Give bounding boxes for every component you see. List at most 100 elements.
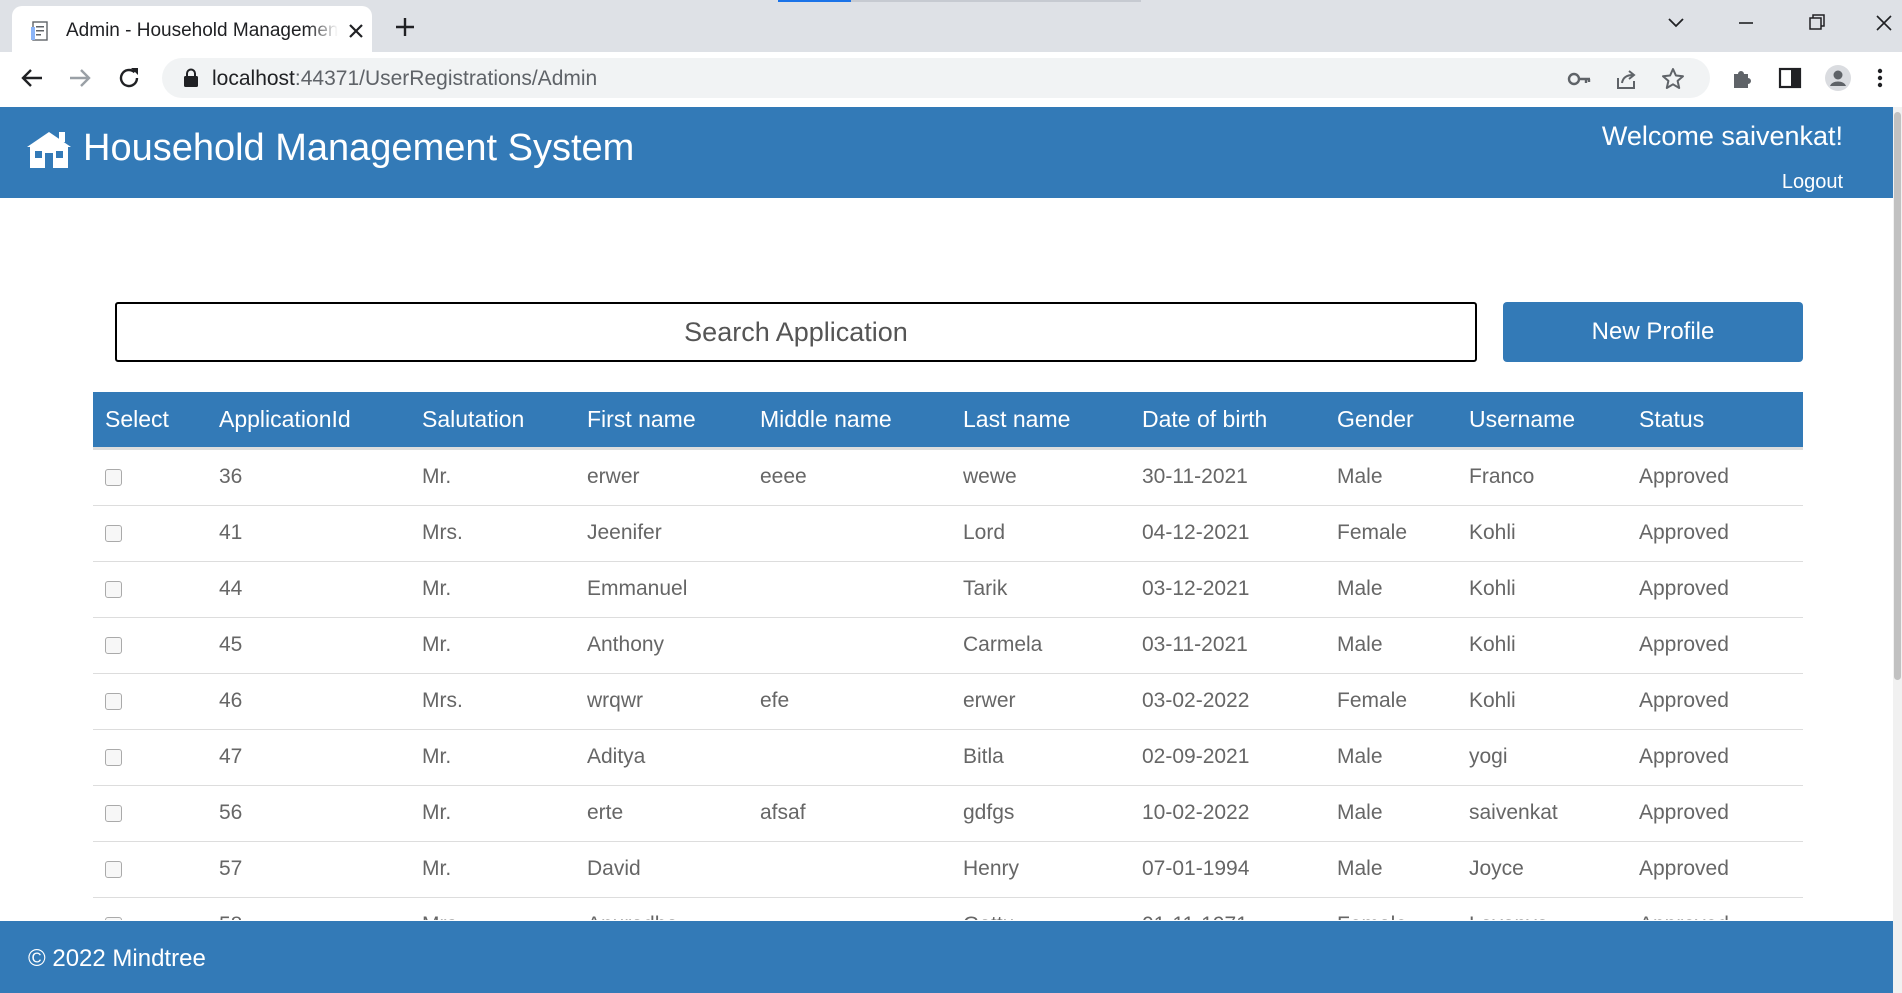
table-row: 36 Mr. erwer eeee wewe 30-11-2021 Male Franco Ap… xyxy=(93,447,1803,505)
table-cell: Male xyxy=(1325,560,1457,617)
browser-tab-active[interactable]: Admin - Household Management System xyxy=(12,6,372,52)
app-footer: © 2022 Mindtree xyxy=(0,921,1893,993)
browser-tabstrip: Admin - Household Management System xyxy=(0,0,1902,52)
table-cell: eeee xyxy=(748,447,951,505)
column-header: Gender xyxy=(1325,392,1457,450)
row-select-checkbox[interactable] xyxy=(105,804,122,822)
share-icon[interactable] xyxy=(1613,66,1639,92)
table-cell: Lavanya xyxy=(1457,896,1627,920)
table-cell: Male xyxy=(1325,840,1457,897)
table-cell: 03-12-2021 xyxy=(1130,560,1325,617)
app-title[interactable]: Household Management System xyxy=(83,127,634,170)
table-cell: 45 xyxy=(207,616,410,673)
table-cell: 41 xyxy=(207,504,410,561)
applications-table-container: Select ApplicationId Salutation First name M… xyxy=(93,392,1803,920)
table-cell: Approved xyxy=(1627,672,1803,729)
restore-icon[interactable] xyxy=(1796,8,1836,38)
search-input[interactable] xyxy=(115,302,1477,362)
tab-search-chevron-icon[interactable] xyxy=(1656,8,1696,38)
table-cell xyxy=(748,560,951,617)
minimize-icon[interactable] xyxy=(1726,8,1766,38)
table-cell: 58 xyxy=(207,896,410,920)
table-cell: Lord xyxy=(951,504,1130,561)
reload-icon[interactable] xyxy=(113,62,145,94)
lock-icon[interactable] xyxy=(182,68,200,88)
browser-toolbar: localhost:44371/UserRegistrations/Admin xyxy=(0,52,1902,104)
row-select-checkbox[interactable] xyxy=(105,917,122,920)
select-cell xyxy=(93,560,207,617)
browser-menu-icon[interactable] xyxy=(1872,64,1888,92)
table-cell: afsaf xyxy=(748,784,951,841)
table-cell: Anthony xyxy=(575,616,748,673)
select-cell xyxy=(93,616,207,673)
extensions-puzzle-icon[interactable] xyxy=(1728,64,1756,92)
table-cell: Approved xyxy=(1627,728,1803,785)
page-scrollbar-thumb[interactable] xyxy=(1894,112,1901,680)
table-row: 56 Mr. erte afsaf gdfgs 10-02-2022 Male saivenk… xyxy=(93,784,1803,841)
table-cell: Mrs. xyxy=(410,672,575,729)
url-text[interactable]: localhost:44371/UserRegistrations/Admin xyxy=(212,67,597,91)
row-select-checkbox[interactable] xyxy=(105,524,122,542)
table-header-row: Select ApplicationId Salutation First name M… xyxy=(93,392,1803,450)
row-select-checkbox[interactable] xyxy=(105,580,122,598)
row-select-checkbox[interactable] xyxy=(105,468,122,486)
column-header: Salutation xyxy=(410,392,575,450)
select-cell xyxy=(93,784,207,841)
address-bar[interactable]: localhost:44371/UserRegistrations/Admin xyxy=(162,58,1710,98)
side-panel-icon[interactable] xyxy=(1776,64,1804,92)
bookmark-star-icon[interactable] xyxy=(1660,66,1686,92)
table-cell xyxy=(748,504,951,561)
table-cell: Approved xyxy=(1627,504,1803,561)
table-cell: Mr. xyxy=(410,447,575,505)
tab-close-icon[interactable] xyxy=(344,19,368,43)
tab-loading-track xyxy=(851,0,1141,2)
back-arrow-icon[interactable] xyxy=(16,62,48,94)
table-cell: 02-09-2021 xyxy=(1130,728,1325,785)
url-host: localhost xyxy=(212,67,295,90)
copyright-text: © 2022 Mindtree xyxy=(28,945,206,972)
row-select-checkbox[interactable] xyxy=(105,692,122,710)
table-row: 57 Mr. David Henry 07-01-1994 Male Joyce Approv… xyxy=(93,840,1803,897)
table-cell: Mr. xyxy=(410,784,575,841)
column-header: Last name xyxy=(951,392,1130,450)
key-icon[interactable] xyxy=(1566,66,1592,92)
table-cell: 03-11-2021 xyxy=(1130,616,1325,673)
logout-link[interactable]: Logout xyxy=(1782,171,1843,194)
table-cell: Mr. xyxy=(410,840,575,897)
table-cell: wrqwr xyxy=(575,672,748,729)
table-cell: Male xyxy=(1325,728,1457,785)
select-cell xyxy=(93,672,207,729)
row-select-checkbox[interactable] xyxy=(105,860,122,878)
new-tab-icon[interactable] xyxy=(390,12,420,42)
table-cell: erwer xyxy=(951,672,1130,729)
table-row: 41 Mrs. Jeenifer Lord 04-12-2021 Female Kohli A… xyxy=(93,504,1803,561)
tab-title: Admin - Household Management System xyxy=(66,20,338,42)
forward-arrow-icon[interactable] xyxy=(64,62,96,94)
table-cell: Male xyxy=(1325,447,1457,505)
new-profile-button[interactable]: New Profile xyxy=(1503,302,1803,362)
table-cell: yogi xyxy=(1457,728,1627,785)
table-cell: Anuradha xyxy=(575,896,748,920)
table-cell: Carmela xyxy=(951,616,1130,673)
row-select-checkbox[interactable] xyxy=(105,636,122,654)
table-cell: Kohli xyxy=(1457,616,1627,673)
table-cell: Mrs. xyxy=(410,896,575,920)
table-cell: 07-01-1994 xyxy=(1130,840,1325,897)
table-cell: Mr. xyxy=(410,560,575,617)
table-cell: Mrs. xyxy=(410,504,575,561)
close-window-icon[interactable] xyxy=(1864,8,1902,38)
table-cell: Kohli xyxy=(1457,504,1627,561)
table-cell: 01-11-1971 xyxy=(1130,896,1325,920)
table-cell: erwer xyxy=(575,447,748,505)
table-cell: Bitla xyxy=(951,728,1130,785)
table-cell: Tarik xyxy=(951,560,1130,617)
table-cell: efe xyxy=(748,672,951,729)
table-cell xyxy=(748,896,951,920)
table-cell: 46 xyxy=(207,672,410,729)
table-cell: Jeenifer xyxy=(575,504,748,561)
profile-avatar-icon[interactable] xyxy=(1824,64,1852,92)
table-cell: Henry xyxy=(951,840,1130,897)
row-select-checkbox[interactable] xyxy=(105,748,122,766)
table-cell xyxy=(748,616,951,673)
table-cell: wewe xyxy=(951,447,1130,505)
